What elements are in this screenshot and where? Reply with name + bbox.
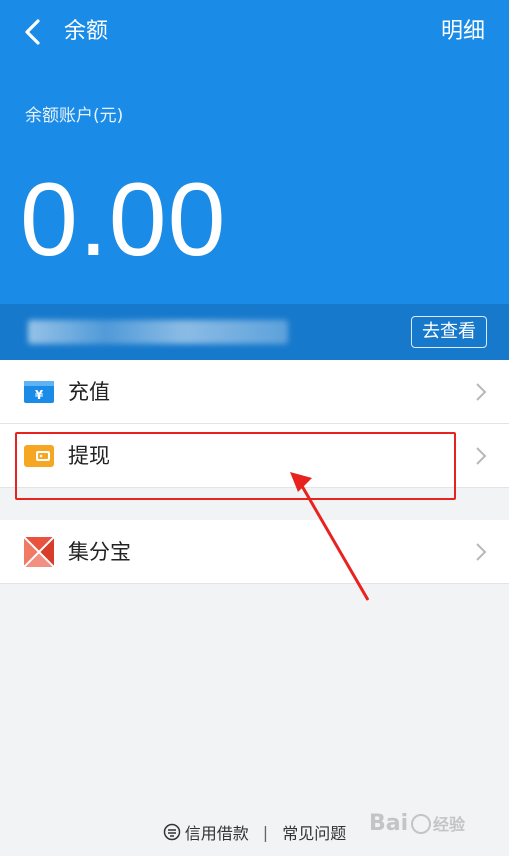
notice-bar: 去查看 xyxy=(0,304,509,360)
menu-item-label: 充值 xyxy=(68,380,110,404)
balance-header: 余额 明细 余额账户(元) 0.00 xyxy=(0,0,509,304)
faq-link[interactable]: 常见问题 xyxy=(282,820,346,844)
blurred-notice-text xyxy=(28,320,288,344)
credit-loan-link[interactable]: 信用借款 xyxy=(163,820,249,844)
menu-item-withdraw[interactable]: 提现 xyxy=(0,424,509,488)
jifenbao-icon xyxy=(24,537,54,567)
credit-loan-icon xyxy=(163,823,181,841)
baidu-watermark: Bai 经验 xyxy=(369,800,489,844)
svg-text:Bai: Bai xyxy=(369,811,408,836)
page-title: 余额 xyxy=(64,19,109,44)
account-label: 余额账户(元) xyxy=(25,106,124,126)
baidu-paw-icon: Bai 经验 xyxy=(369,811,466,836)
recharge-icon: ¥ xyxy=(24,381,54,403)
menu-item-label: 集分宝 xyxy=(68,540,131,564)
menu-item-jifenbao[interactable]: 集分宝 xyxy=(0,520,509,584)
menu-group-primary: ¥ 充值 提现 xyxy=(0,360,509,488)
back-button[interactable] xyxy=(14,14,50,50)
svg-text:¥: ¥ xyxy=(35,388,44,402)
chevron-right-icon xyxy=(476,383,487,401)
menu-group-secondary: 集分宝 xyxy=(0,520,509,584)
balance-amount: 0.00 xyxy=(20,162,227,278)
menu-item-recharge[interactable]: ¥ 充值 xyxy=(0,360,509,424)
menu-item-label: 提现 xyxy=(68,444,110,468)
wallet-icon xyxy=(24,445,54,467)
view-button[interactable]: 去查看 xyxy=(411,316,487,348)
credit-loan-label: 信用借款 xyxy=(184,824,249,843)
chevron-right-icon xyxy=(476,447,487,465)
faq-label: 常见问题 xyxy=(282,824,347,843)
nav-bar: 余额 明细 xyxy=(0,0,509,66)
back-arrow-icon xyxy=(25,19,40,45)
detail-link[interactable]: 明细 xyxy=(441,17,485,47)
footer-divider: | xyxy=(262,822,269,842)
chevron-right-icon xyxy=(476,543,487,561)
svg-text:经验: 经验 xyxy=(433,815,466,834)
